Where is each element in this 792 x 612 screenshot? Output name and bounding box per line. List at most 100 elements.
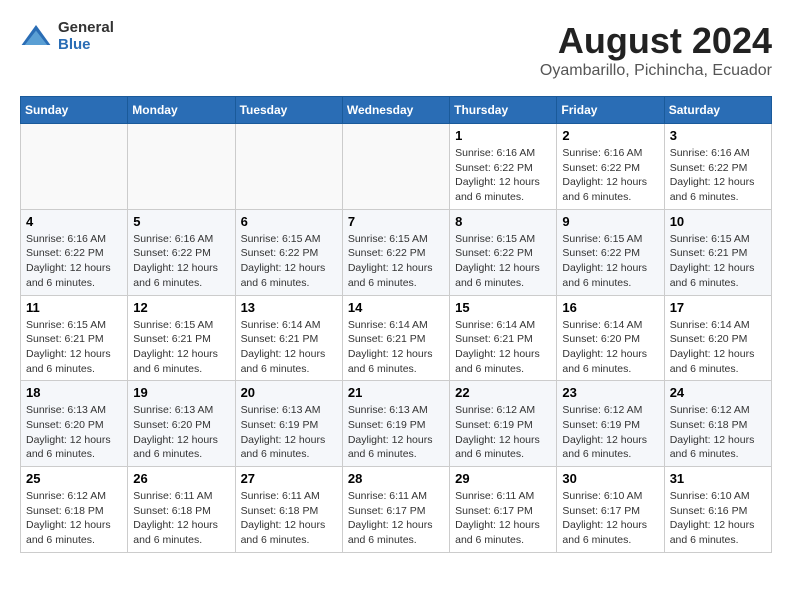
location-title: Oyambarillo, Pichincha, Ecuador — [540, 62, 772, 80]
day-number: 31 — [670, 471, 766, 486]
day-number: 13 — [241, 300, 337, 315]
calendar-day-cell: 29 Sunrise: 6:11 AM Sunset: 6:17 PM Dayli… — [450, 467, 557, 553]
day-info: Sunrise: 6:15 AM Sunset: 6:22 PM Dayligh… — [348, 232, 444, 291]
calendar-day-cell: 10 Sunrise: 6:15 AM Sunset: 6:21 PM Dayli… — [664, 209, 771, 295]
day-number: 26 — [133, 471, 229, 486]
day-number: 24 — [670, 385, 766, 400]
calendar-day-cell: 28Sunrise: 6:11 AM Sunset: 6:17 PM Dayli… — [342, 467, 449, 553]
calendar-day-cell: 7 Sunrise: 6:15 AM Sunset: 6:22 PM Daylig… — [342, 209, 449, 295]
day-number: 25 — [26, 471, 122, 486]
day-info: Sunrise: 6:16 AM Sunset: 6:22 PM Dayligh… — [670, 146, 766, 205]
day-number: 7 — [348, 214, 444, 229]
day-info: Sunrise: 6:15 AM Sunset: 6:21 PM Dayligh… — [133, 318, 229, 377]
day-info: Sunrise: 6:10 AM Sunset: 6:16 PM Dayligh… — [670, 489, 766, 548]
day-of-week-header: Monday — [128, 97, 235, 124]
day-number: 2 — [562, 128, 658, 143]
day-info: Sunrise: 6:11 AM Sunset: 6:18 PM Dayligh… — [241, 489, 337, 548]
calendar-day-cell: 23 Sunrise: 6:12 AM Sunset: 6:19 PM Dayli… — [557, 381, 664, 467]
calendar-day-cell: 16 Sunrise: 6:14 AM Sunset: 6:20 PM Dayli… — [557, 295, 664, 381]
day-info: Sunrise: 6:14 AM Sunset: 6:21 PM Dayligh… — [348, 318, 444, 377]
day-info: Sunrise: 6:16 AM Sunset: 6:22 PM Dayligh… — [26, 232, 122, 291]
logo-blue-text: Blue — [58, 37, 114, 54]
calendar-day-cell — [342, 124, 449, 210]
day-number: 11 — [26, 300, 122, 315]
calendar-week-row: 4Sunrise: 6:16 AM Sunset: 6:22 PM Daylig… — [21, 209, 772, 295]
day-number: 22 — [455, 385, 551, 400]
day-number: 19 — [133, 385, 229, 400]
calendar-day-cell: 26Sunrise: 6:11 AM Sunset: 6:18 PM Dayli… — [128, 467, 235, 553]
calendar-day-cell: 11Sunrise: 6:15 AM Sunset: 6:21 PM Dayli… — [21, 295, 128, 381]
calendar-day-cell: 8Sunrise: 6:15 AM Sunset: 6:22 PM Daylig… — [450, 209, 557, 295]
day-info: Sunrise: 6:11 AM Sunset: 6:17 PM Dayligh… — [348, 489, 444, 548]
day-info: Sunrise: 6:14 AM Sunset: 6:20 PM Dayligh… — [562, 318, 658, 377]
day-number: 3 — [670, 128, 766, 143]
calendar-day-cell: 13 Sunrise: 6:14 AM Sunset: 6:21 PM Dayli… — [235, 295, 342, 381]
calendar-day-cell: 19Sunrise: 6:13 AM Sunset: 6:20 PM Dayli… — [128, 381, 235, 467]
day-number: 1 — [455, 128, 551, 143]
calendar-body: 1 Sunrise: 6:16 AM Sunset: 6:22 PM Daylig… — [21, 124, 772, 553]
day-number: 16 — [562, 300, 658, 315]
calendar-day-cell: 22 Sunrise: 6:12 AM Sunset: 6:19 PM Dayli… — [450, 381, 557, 467]
day-info: Sunrise: 6:15 AM Sunset: 6:22 PM Dayligh… — [562, 232, 658, 291]
day-info: Sunrise: 6:14 AM Sunset: 6:20 PM Dayligh… — [670, 318, 766, 377]
day-info: Sunrise: 6:14 AM Sunset: 6:21 PM Dayligh… — [241, 318, 337, 377]
calendar-day-cell — [128, 124, 235, 210]
day-number: 6 — [241, 214, 337, 229]
calendar-day-cell: 21 Sunrise: 6:13 AM Sunset: 6:19 PM Dayli… — [342, 381, 449, 467]
logo-general-text: General — [58, 20, 114, 37]
calendar-day-cell — [235, 124, 342, 210]
day-of-week-header: Sunday — [21, 97, 128, 124]
logo-icon — [20, 21, 52, 53]
day-number: 14 — [348, 300, 444, 315]
calendar-day-cell: 25 Sunrise: 6:12 AM Sunset: 6:18 PM Dayli… — [21, 467, 128, 553]
calendar-day-cell: 4Sunrise: 6:16 AM Sunset: 6:22 PM Daylig… — [21, 209, 128, 295]
day-info: Sunrise: 6:15 AM Sunset: 6:21 PM Dayligh… — [670, 232, 766, 291]
day-of-week-header: Friday — [557, 97, 664, 124]
header-row: SundayMondayTuesdayWednesdayThursdayFrid… — [21, 97, 772, 124]
calendar-day-cell: 2Sunrise: 6:16 AM Sunset: 6:22 PM Daylig… — [557, 124, 664, 210]
day-number: 29 — [455, 471, 551, 486]
day-of-week-header: Wednesday — [342, 97, 449, 124]
calendar-day-cell: 15Sunrise: 6:14 AM Sunset: 6:21 PM Dayli… — [450, 295, 557, 381]
day-of-week-header: Thursday — [450, 97, 557, 124]
day-number: 20 — [241, 385, 337, 400]
calendar-day-cell: 30 Sunrise: 6:10 AM Sunset: 6:17 PM Dayli… — [557, 467, 664, 553]
calendar-day-cell: 9Sunrise: 6:15 AM Sunset: 6:22 PM Daylig… — [557, 209, 664, 295]
day-number: 23 — [562, 385, 658, 400]
calendar-day-cell: 24 Sunrise: 6:12 AM Sunset: 6:18 PM Dayli… — [664, 381, 771, 467]
day-number: 15 — [455, 300, 551, 315]
day-info: Sunrise: 6:12 AM Sunset: 6:19 PM Dayligh… — [455, 403, 551, 462]
header: General Blue August 2024 Oyambarillo, Pi… — [20, 20, 772, 80]
day-number: 21 — [348, 385, 444, 400]
title-section: August 2024 Oyambarillo, Pichincha, Ecua… — [540, 20, 772, 80]
day-info: Sunrise: 6:15 AM Sunset: 6:22 PM Dayligh… — [455, 232, 551, 291]
calendar-day-cell: 20 Sunrise: 6:13 AM Sunset: 6:19 PM Dayli… — [235, 381, 342, 467]
day-number: 27 — [241, 471, 337, 486]
day-info: Sunrise: 6:13 AM Sunset: 6:19 PM Dayligh… — [241, 403, 337, 462]
day-info: Sunrise: 6:11 AM Sunset: 6:17 PM Dayligh… — [455, 489, 551, 548]
calendar-week-row: 1 Sunrise: 6:16 AM Sunset: 6:22 PM Daylig… — [21, 124, 772, 210]
day-info: Sunrise: 6:10 AM Sunset: 6:17 PM Dayligh… — [562, 489, 658, 548]
calendar-week-row: 11 Sunrise: 6:15 AM Sunset: 6:21 PM Dayli… — [21, 295, 772, 381]
calendar-header: SundayMondayTuesdayWednesdayThursdayFrid… — [21, 97, 772, 124]
calendar-day-cell: 6Sunrise: 6:15 AM Sunset: 6:22 PM Daylig… — [235, 209, 342, 295]
day-info: Sunrise: 6:12 AM Sunset: 6:19 PM Dayligh… — [562, 403, 658, 462]
calendar-day-cell: 14 Sunrise: 6:14 AM Sunset: 6:21 PM Dayli… — [342, 295, 449, 381]
calendar-day-cell: 12Sunrise: 6:15 AM Sunset: 6:21 PM Dayli… — [128, 295, 235, 381]
day-info: Sunrise: 6:12 AM Sunset: 6:18 PM Dayligh… — [670, 403, 766, 462]
day-number: 10 — [670, 214, 766, 229]
calendar-day-cell: 18Sunrise: 6:13 AM Sunset: 6:20 PM Dayli… — [21, 381, 128, 467]
day-number: 5 — [133, 214, 229, 229]
calendar-week-row: 25 Sunrise: 6:12 AM Sunset: 6:18 PM Dayli… — [21, 467, 772, 553]
calendar-day-cell: 27 Sunrise: 6:11 AM Sunset: 6:18 PM Dayli… — [235, 467, 342, 553]
day-info: Sunrise: 6:16 AM Sunset: 6:22 PM Dayligh… — [455, 146, 551, 205]
calendar-day-cell: 3 Sunrise: 6:16 AM Sunset: 6:22 PM Daylig… — [664, 124, 771, 210]
calendar-day-cell: 5Sunrise: 6:16 AM Sunset: 6:22 PM Daylig… — [128, 209, 235, 295]
day-info: Sunrise: 6:12 AM Sunset: 6:18 PM Dayligh… — [26, 489, 122, 548]
calendar-week-row: 18Sunrise: 6:13 AM Sunset: 6:20 PM Dayli… — [21, 381, 772, 467]
calendar-day-cell: 1 Sunrise: 6:16 AM Sunset: 6:22 PM Daylig… — [450, 124, 557, 210]
day-number: 30 — [562, 471, 658, 486]
day-of-week-header: Saturday — [664, 97, 771, 124]
day-info: Sunrise: 6:13 AM Sunset: 6:19 PM Dayligh… — [348, 403, 444, 462]
calendar-day-cell — [21, 124, 128, 210]
